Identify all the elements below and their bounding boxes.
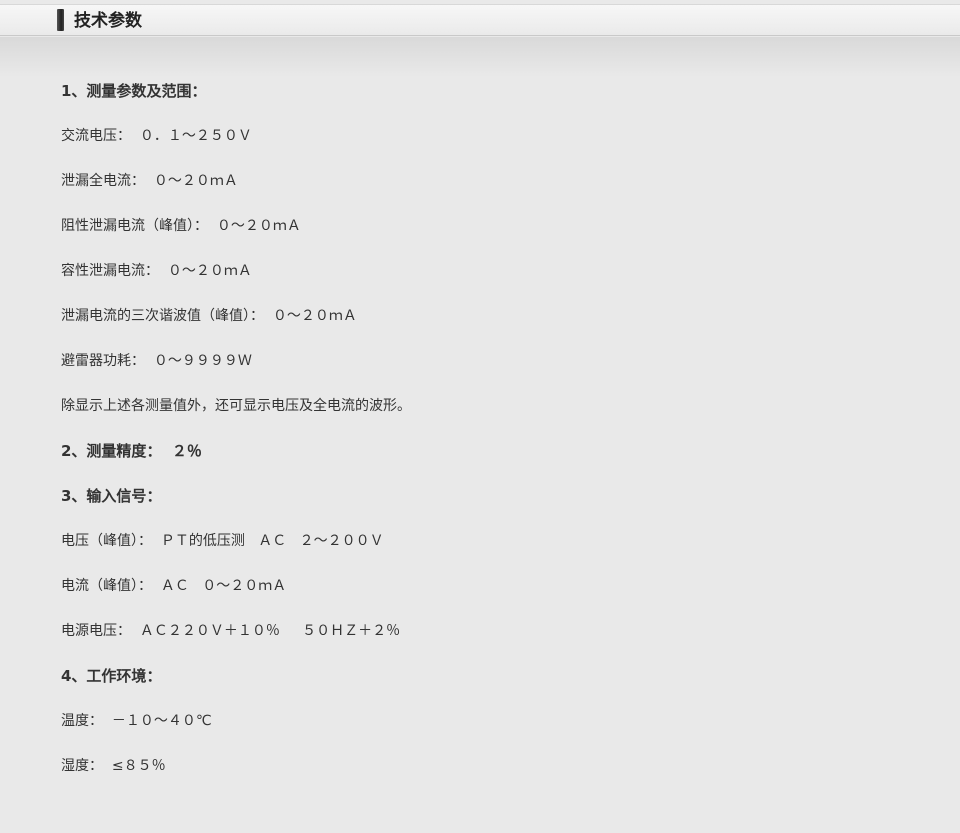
spec-item: 避雷器功耗： ０～９９９９Ｗ — [61, 353, 252, 369]
spec-item: 泄漏全电流： ０～２０ｍＡ — [61, 173, 238, 189]
spec-item: 电流（峰值）： ＡＣ ０～２０ｍＡ — [61, 578, 287, 594]
spec-heading: 1、测量参数及范围： — [61, 82, 207, 100]
spec-item: 温度： －１０～４０℃ — [61, 713, 212, 729]
spec-content: 1、测量参数及范围： 交流电压： ０．１～２５０Ｖ 泄漏全电流： ０～２０ｍＡ … — [61, 78, 921, 798]
spec-item: 泄漏电流的三次谐波值（峰值）： ０～２０ｍＡ — [61, 308, 357, 324]
section-title: 技术参数 — [74, 11, 142, 31]
header-shadow — [0, 37, 960, 77]
title-bar-icon — [57, 9, 64, 31]
section-header: 技术参数 — [0, 4, 960, 36]
spec-item: 湿度： ≤８５％ — [61, 758, 166, 774]
spec-heading: 2、测量精度： ２％ — [61, 442, 202, 460]
spec-item: 除显示上述各测量值外，还可显示电压及全电流的波形。 — [61, 398, 411, 414]
spec-item: 交流电压： ０．１～２５０Ｖ — [61, 128, 252, 144]
spec-item: 电源电压： ＡＣ２２０Ｖ＋１０％ ５０ＨＺ＋２％ — [61, 623, 401, 639]
spec-item: 容性泄漏电流： ０～２０ｍＡ — [61, 263, 252, 279]
spec-heading: 3、输入信号： — [61, 487, 162, 505]
spec-item: 阻性泄漏电流（峰值）： ０～２０ｍＡ — [61, 218, 301, 234]
spec-item: 电压（峰值）： ＰＴ的低压测 ＡＣ ２～２００Ｖ — [61, 533, 384, 549]
spec-heading: 4、工作环境： — [61, 667, 162, 685]
